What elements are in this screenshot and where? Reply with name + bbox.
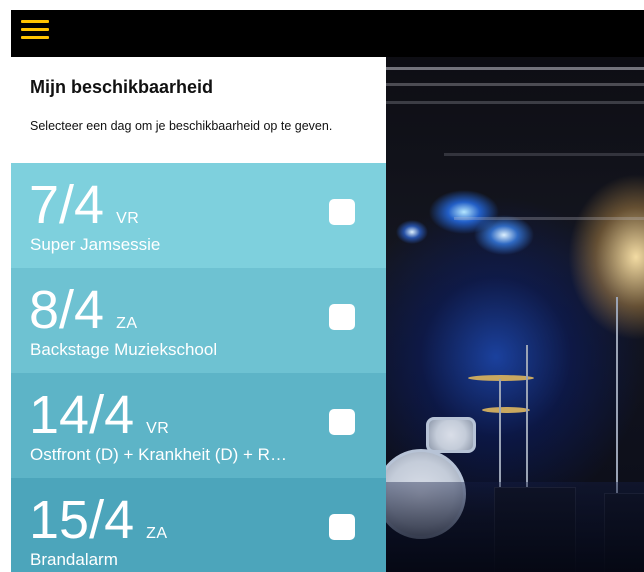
weekday-label: ZA <box>146 525 168 542</box>
truss-bar <box>386 67 644 70</box>
weekday-label: VR <box>116 210 140 227</box>
event-name: Super Jamsessie <box>30 235 161 254</box>
hamburger-line <box>21 20 49 23</box>
availability-panel: Mijn beschikbaarheid Selecteer een dag o… <box>11 57 386 572</box>
top-bar <box>11 10 644 57</box>
stage-photo <box>376 57 644 572</box>
hamburger-line <box>21 36 49 39</box>
weekday-label: ZA <box>116 315 138 332</box>
availability-checkbox[interactable] <box>329 199 355 225</box>
panel-header: Mijn beschikbaarheid Selecteer een dag o… <box>11 57 386 163</box>
availability-checkbox[interactable] <box>329 304 355 330</box>
date-text: 8/4 <box>29 280 105 340</box>
truss-bar <box>386 83 644 86</box>
truss-bar <box>386 101 644 104</box>
weekday-label: VR <box>146 420 170 437</box>
day-item[interactable]: 7/4 VR Super Jamsessie <box>11 163 386 268</box>
truss-bar <box>454 217 644 220</box>
cymbal <box>482 407 530 413</box>
day-item[interactable]: 14/4 VR Ostfront (D) + Krankheit (D) + R… <box>11 373 386 478</box>
event-name: Backstage Muziekschool <box>30 340 218 359</box>
availability-checkbox[interactable] <box>329 409 355 435</box>
tom-drum <box>426 417 476 453</box>
event-name: Brandalarm <box>30 550 118 569</box>
day-item[interactable]: 15/4 ZA Brandalarm <box>11 478 386 572</box>
date-text: 15/4 <box>29 490 135 550</box>
date-text: 14/4 <box>29 385 135 445</box>
app-frame: Mijn beschikbaarheid Selecteer een dag o… <box>11 10 644 572</box>
truss-bar <box>444 153 644 156</box>
hamburger-line <box>21 28 49 31</box>
event-name: Ostfront (D) + Krankheit (D) + R… <box>30 445 287 464</box>
hamburger-menu-icon[interactable] <box>21 18 49 42</box>
page-subtitle: Selecteer een dag om je beschikbaarheid … <box>30 119 333 133</box>
page-title: Mijn beschikbaarheid <box>30 77 214 97</box>
day-item[interactable]: 8/4 ZA Backstage Muziekschool <box>11 268 386 373</box>
date-text: 7/4 <box>29 175 105 235</box>
cymbal <box>468 375 534 381</box>
availability-checkbox[interactable] <box>329 514 355 540</box>
stage-floor <box>386 482 644 572</box>
